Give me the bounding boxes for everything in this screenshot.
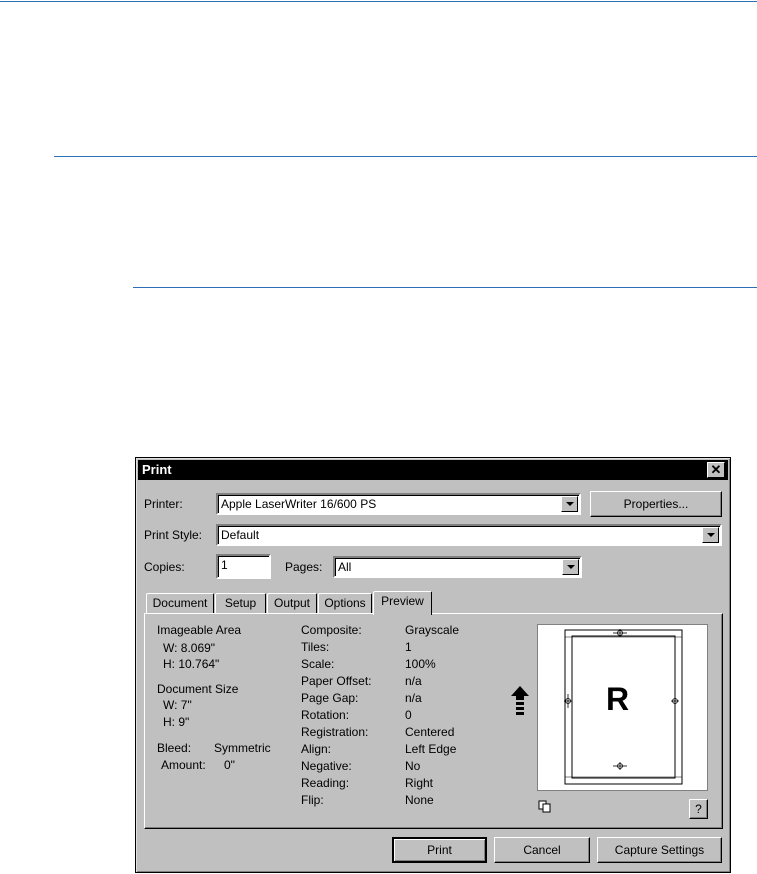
print-style-select[interactable]: Default	[216, 524, 722, 546]
amount-value: 0"	[224, 758, 235, 772]
copies-input[interactable]: 1	[216, 554, 271, 579]
setting-label: Flip:	[301, 793, 324, 807]
setting-value: 100%	[405, 657, 436, 671]
document-size-label: Document Size	[157, 682, 239, 696]
chevron-down-icon[interactable]	[702, 527, 719, 543]
document-rule-1	[0, 1, 757, 2]
bleed-label: Bleed:	[157, 741, 192, 755]
capture-settings-button[interactable]: Capture Settings	[597, 837, 722, 863]
pages-value: All	[338, 560, 352, 574]
setting-value: n/a	[405, 691, 422, 705]
imageable-width: W: 8.069"	[163, 641, 216, 655]
setting-label: Reading:	[301, 776, 350, 790]
setting-label: Negative:	[301, 759, 352, 773]
tab-preview[interactable]: Preview	[373, 591, 432, 615]
setting-label: Paper Offset:	[301, 674, 372, 688]
document-rule-3	[133, 287, 757, 288]
imageable-height: H: 10.764"	[163, 657, 220, 671]
setting-label: Composite:	[301, 623, 362, 637]
printer-select[interactable]: Apple LaserWriter 16/600 PS	[216, 493, 581, 515]
setting-value: No	[405, 759, 421, 773]
properties-button[interactable]: Properties...	[590, 491, 722, 517]
printer-label: Printer:	[144, 497, 183, 511]
close-button[interactable]: ✕	[707, 462, 725, 478]
copy-pages-icon[interactable]	[538, 800, 552, 814]
setting-value: 1	[405, 640, 412, 654]
setting-label: Page Gap:	[301, 691, 359, 705]
setting-value: Right	[405, 776, 434, 790]
setting-value: Grayscale	[405, 623, 460, 637]
help-button[interactable]: ?	[689, 799, 708, 819]
close-icon: ✕	[710, 462, 722, 477]
copies-value: 1	[221, 558, 228, 572]
imageable-area-label: Imageable Area	[157, 623, 242, 637]
setting-label: Scale:	[301, 657, 335, 671]
print-button[interactable]: Print	[392, 837, 487, 863]
chevron-down-icon[interactable]	[561, 496, 578, 512]
tab-options[interactable]: Options	[318, 593, 372, 613]
dialog-title: Print	[142, 462, 172, 477]
pages-label: Pages:	[285, 560, 323, 574]
print-style-label: Print Style:	[144, 528, 203, 542]
orientation-arrow-icon	[511, 686, 529, 718]
printer-value: Apple LaserWriter 16/600 PS	[221, 497, 377, 511]
setting-value: None	[405, 793, 434, 807]
setting-value: 0	[405, 708, 412, 722]
chevron-down-icon[interactable]	[562, 559, 579, 575]
setting-label: Align:	[301, 742, 332, 756]
document-rule-2	[54, 156, 757, 157]
print-style-value: Default	[221, 528, 260, 542]
tab-setup[interactable]: Setup	[215, 593, 266, 613]
dialog-title-bar: Print ✕	[138, 460, 728, 480]
page-preview: R	[537, 624, 708, 791]
document-width: W: 7"	[163, 698, 192, 712]
setting-label: Tiles:	[301, 640, 330, 654]
pages-select[interactable]: All	[333, 556, 582, 578]
tab-output[interactable]: Output	[267, 593, 317, 613]
setting-value: Centered	[405, 725, 455, 739]
setting-value: Left Edge	[405, 742, 457, 756]
bleed-value: Symmetric	[214, 741, 271, 755]
cancel-button[interactable]: Cancel	[494, 837, 590, 863]
tab-document[interactable]: Document	[146, 593, 214, 613]
setting-label: Registration:	[301, 725, 369, 739]
amount-label: Amount:	[161, 758, 206, 772]
copies-label: Copies:	[144, 560, 185, 574]
document-height: H: 9"	[163, 715, 190, 729]
setting-value: n/a	[405, 674, 422, 688]
setting-label: Rotation:	[301, 708, 350, 722]
page-preview-letter: R	[606, 681, 630, 717]
